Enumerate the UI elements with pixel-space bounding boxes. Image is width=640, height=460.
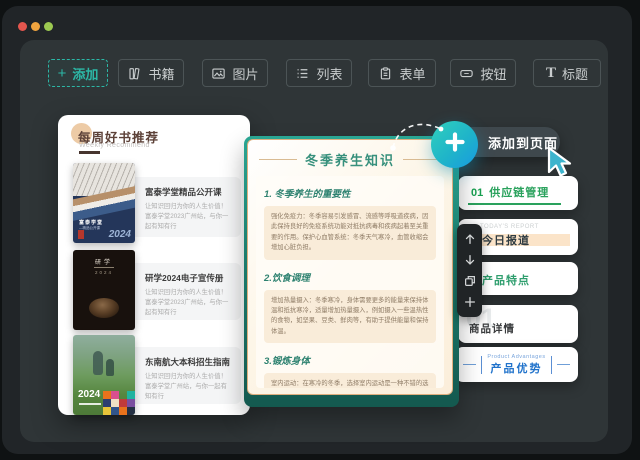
element-tool-rail (457, 224, 482, 317)
form-icon (378, 66, 393, 81)
minimize-window-button[interactable] (31, 22, 40, 31)
health-card-body: 1. 冬季养生的重要性 强化免疫力：冬季容易引发感冒、流感等呼吸道疾病，因此保持… (256, 176, 444, 388)
insert-image-button[interactable]: 图片 (202, 59, 268, 87)
plus-icon: + (58, 66, 67, 81)
app-window: + 添加 书籍 图片 (2, 6, 632, 454)
supply-label: 供应链管理 (489, 184, 549, 200)
editor-canvas: + 添加 书籍 图片 (20, 40, 608, 442)
bowl-photo (89, 298, 119, 318)
insert-title-button[interactable]: T 标题 (533, 59, 601, 87)
advantage-label: 产品优势 (487, 360, 545, 376)
insert-button-label: 按钮 (480, 64, 506, 83)
duplicate-icon[interactable] (463, 274, 477, 288)
insert-image-label: 图片 (232, 64, 258, 83)
green-underline (468, 203, 561, 205)
books-icon (127, 66, 142, 81)
move-down-icon[interactable] (463, 253, 477, 267)
insert-list-button[interactable]: 列表 (286, 59, 352, 87)
insert-books-button[interactable]: 书籍 (118, 59, 184, 87)
image-icon (211, 66, 226, 81)
book-panel-subtitle: Weekly Recommend (79, 142, 150, 149)
section-heading: 1. 冬季养生的重要性 (264, 186, 436, 200)
section-heading: 3.锻炼身体 (264, 353, 436, 367)
mosaic-decoration (103, 391, 135, 415)
section-body: 强化免疫力：冬季容易引发感冒、流感等呼吸道疾病，因此保持良好的免疫系统功能对抵抗… (264, 206, 436, 260)
book-desc: 让知识回归为你的人生价值！富泰学堂2023广州站，与你一起有知有行 (145, 288, 233, 317)
section-body: 增加热量摄入：冬季寒冷，身体需要更多的能量来保持体温和抵抗寒冷，适量增加热量摄入… (264, 290, 436, 344)
section-heading: 2.饮食调理 (264, 270, 436, 284)
insert-title-label: 标题 (562, 64, 588, 83)
supply-number: 01 (471, 187, 483, 199)
button-icon (459, 66, 474, 81)
book-cover: 研学 2024 (73, 250, 135, 330)
book-title: 东南航大本科招生指南 (145, 356, 233, 368)
feature-label: 产品特点 (482, 272, 530, 288)
book-desc: 让知识回归为你的人生价值！富泰学堂广州站，与你一起有知有行 (145, 372, 233, 401)
supply-chain-widget[interactable]: 01 供应链管理 (458, 176, 578, 210)
dashed-arc-decoration (383, 110, 453, 158)
book-cover: 2024 (73, 335, 135, 415)
blue-dash-right (557, 364, 570, 366)
seal-mark (78, 230, 84, 239)
health-card-widget[interactable]: 冬季养生知识 1. 冬季养生的重要性 强化免疫力：冬季容易引发感冒、流感等呼吸道… (247, 139, 453, 395)
health-card-title: 冬季养生知识 (305, 150, 395, 169)
cursor-icon (545, 146, 575, 178)
blue-dash-left (463, 364, 476, 366)
insert-list-label: 列表 (316, 64, 342, 83)
add-button-label: 添加 (72, 64, 98, 83)
title-rule-left (259, 159, 297, 160)
add-button[interactable]: + 添加 (48, 59, 108, 87)
weekly-books-widget[interactable]: 每周好书推荐 Weekly Recommend 富泰学堂精品公开课 让知识回归为… (58, 115, 250, 415)
product-advantage-widget[interactable]: Product Advantages 产品优势 (455, 347, 578, 382)
report-label: 今日报道 (482, 232, 530, 248)
section-body: 室内运动：在寒冷的冬季，选择室内运动是一种不错的选择，例如，可以进行室内健身操、… (264, 373, 436, 388)
blue-bar-right (551, 356, 553, 374)
book-title: 研学2024电子宣传册 (145, 272, 233, 284)
zoom-window-button[interactable] (44, 22, 53, 31)
detail-label: 商品详情 (469, 321, 515, 336)
insert-books-label: 书籍 (148, 64, 174, 83)
report-caps: TODAY'S REPORT (480, 224, 539, 230)
insert-form-label: 表单 (399, 64, 425, 83)
add-element-icon[interactable] (463, 295, 477, 309)
move-up-icon[interactable] (463, 232, 477, 246)
insert-button-button[interactable]: 按钮 (450, 59, 516, 87)
list-icon (295, 66, 310, 81)
title-icon: T (546, 66, 556, 81)
book-desc: 让知识回归为你的人生价值！富泰学堂2023广州站，与你一起有知有行 (145, 202, 233, 231)
insert-form-button[interactable]: 表单 (368, 59, 436, 87)
book-cover: 富泰学堂 —精品公开课 2024 (73, 163, 135, 243)
title-underline (79, 151, 100, 154)
book-title: 富泰学堂精品公开课 (145, 186, 233, 198)
close-window-button[interactable] (18, 22, 27, 31)
advantage-caps: Product Advantages (487, 354, 545, 360)
blue-bar-left (481, 356, 483, 374)
